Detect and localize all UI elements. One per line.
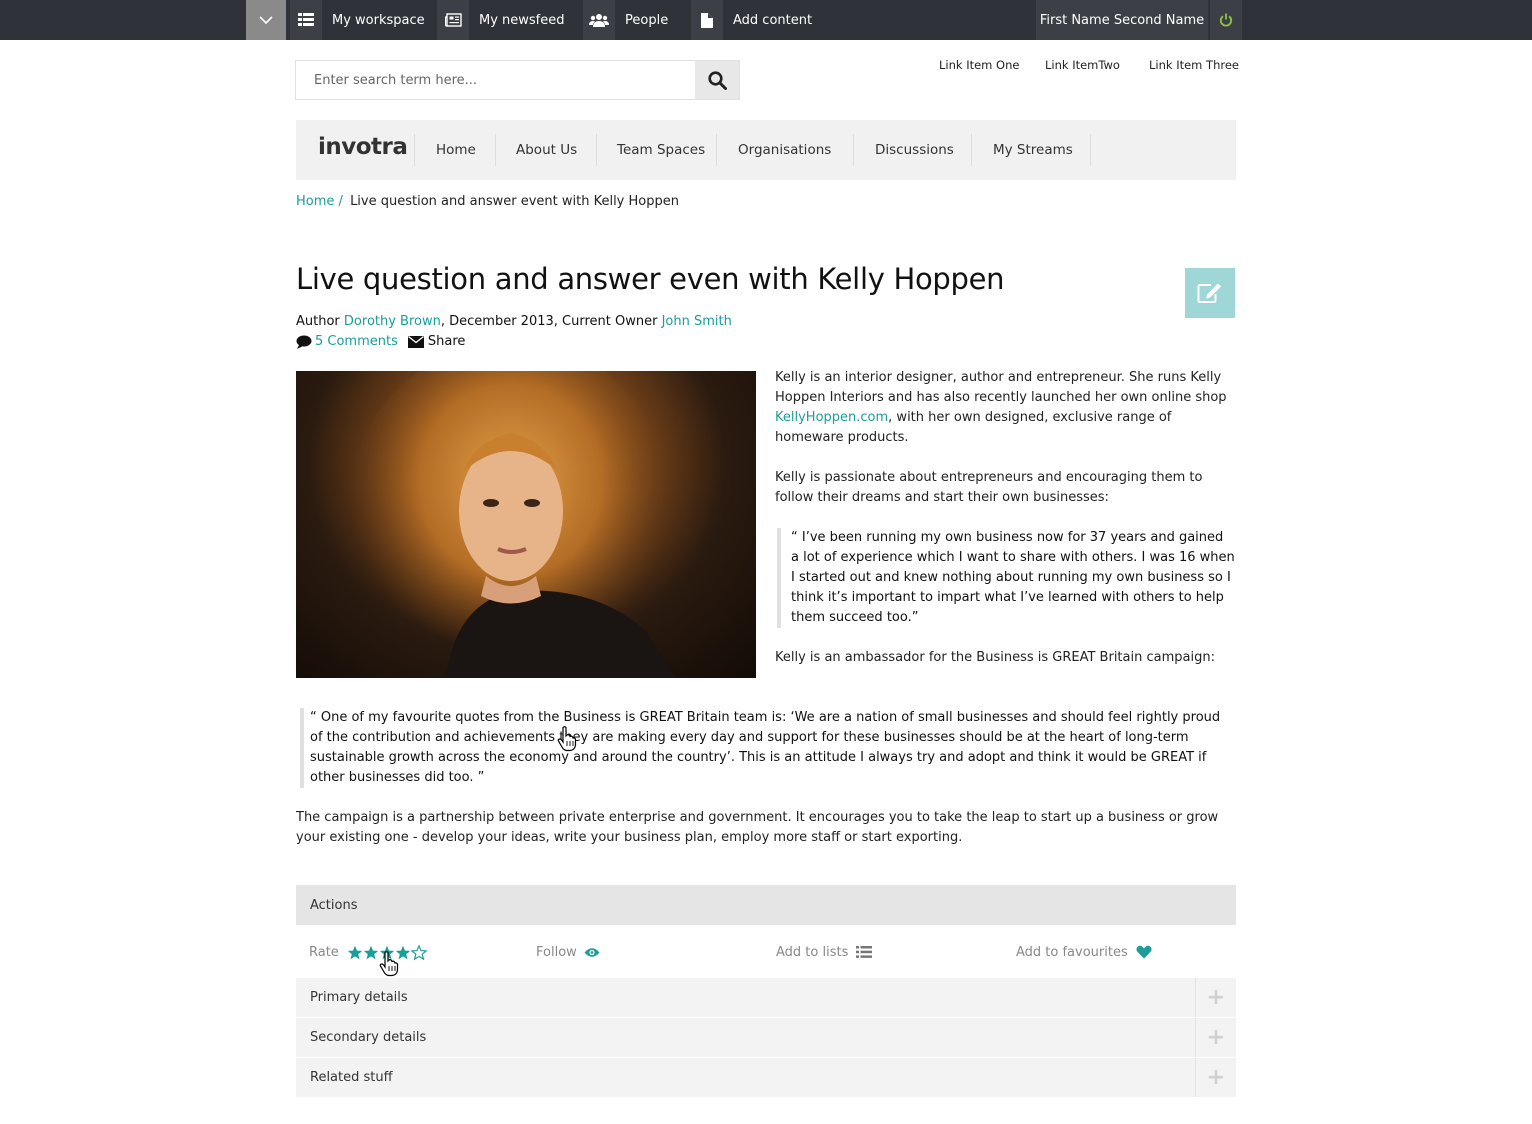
rate-control: Rate — [309, 940, 427, 964]
nav-item-discussions[interactable]: Discussions — [854, 134, 972, 166]
envelope-icon — [407, 336, 424, 348]
plus-icon[interactable]: + — [1195, 1058, 1236, 1097]
breadcrumb-separator: / — [338, 194, 343, 209]
article-social: 5 Comments Share — [296, 332, 465, 352]
breadcrumb: Home / Live question and answer event wi… — [296, 194, 679, 209]
nav-item-about-us[interactable]: About Us — [496, 134, 597, 166]
hand-cursor-icon — [379, 951, 399, 977]
kelly-quote: “ I’ve been running my own business now … — [777, 528, 1235, 628]
star-filled-icon[interactable] — [363, 945, 379, 960]
nav-item-my-streams[interactable]: My Streams — [972, 134, 1091, 166]
my-workspace-label: My workspace — [332, 12, 425, 28]
nav-item-label: My Streams — [993, 142, 1073, 158]
nav-item-label: Team Spaces — [617, 142, 706, 158]
author-link[interactable]: Dorothy Brown — [344, 314, 441, 329]
accordion-label: Secondary details — [310, 1030, 427, 1045]
people-link[interactable]: People — [583, 0, 668, 40]
edit-icon — [1197, 283, 1221, 303]
search-input[interactable] — [296, 61, 696, 99]
logout-button[interactable] — [1210, 0, 1242, 40]
user-menu-button[interactable]: First Name Second Name — [1036, 0, 1208, 40]
actions-heading: Actions — [296, 885, 1236, 925]
eye-icon — [584, 947, 600, 957]
comment-icon — [296, 335, 312, 349]
rate-label: Rate — [309, 944, 339, 960]
share-label: Share — [427, 334, 466, 349]
accordion-primary-details[interactable]: Primary details + — [296, 978, 1236, 1018]
article-intro: Kelly is an interior designer, author an… — [775, 368, 1235, 688]
add-content-label: Add content — [733, 12, 813, 28]
list-icon — [856, 946, 873, 958]
users-icon — [583, 0, 615, 40]
search-button[interactable] — [695, 61, 739, 99]
nav-item-label: Home — [436, 142, 476, 158]
chevron-down-icon — [259, 16, 273, 25]
follow-label: Follow — [536, 944, 577, 960]
meta-date: , December 2013, Current Owner — [440, 314, 658, 329]
intro-paragraph: Kelly is an interior designer, author an… — [775, 368, 1235, 448]
ambassador-paragraph: Kelly is an ambassador for the Business … — [775, 650, 1215, 665]
hand-cursor-icon — [557, 726, 577, 752]
people-label: People — [625, 12, 669, 28]
heart-icon — [1136, 945, 1152, 959]
my-newsfeed-label: My newsfeed — [479, 12, 565, 28]
owner-link[interactable]: John Smith — [662, 314, 732, 329]
my-workspace-link[interactable]: My workspace — [290, 0, 425, 40]
comments-link[interactable]: 5 Comments — [315, 332, 398, 352]
kellyhoppen-link[interactable]: KellyHoppen.com — [775, 410, 888, 425]
nav-item-team-spaces[interactable]: Team Spaces — [597, 134, 717, 166]
nav-item-home[interactable]: Home — [415, 134, 496, 166]
actions-heading-label: Actions — [310, 897, 358, 913]
top-link-three[interactable]: Link Item Three — [1149, 58, 1239, 72]
nav-item-label: Organisations — [738, 142, 832, 158]
nav-item-organisations[interactable]: Organisations — [717, 134, 854, 166]
add-to-lists-label: Add to lists — [776, 944, 849, 960]
search-box — [295, 60, 740, 100]
breadcrumb-current: Live question and answer event with Kell… — [350, 194, 679, 209]
nav-item-label: Discussions — [875, 142, 954, 158]
power-icon — [1219, 13, 1233, 27]
list-grid-icon — [290, 0, 322, 40]
article-meta: Author Dorothy Brown, December 2013, Cur… — [296, 312, 732, 332]
accordion-secondary-details[interactable]: Secondary details + — [296, 1018, 1236, 1058]
top-link-one[interactable]: Link Item One — [939, 58, 1019, 72]
top-link-two[interactable]: Link ItemTwo — [1045, 58, 1120, 72]
accordion-label: Primary details — [310, 990, 408, 1005]
plus-icon[interactable]: + — [1195, 978, 1236, 1017]
article-photo — [296, 371, 756, 678]
user-name: First Name Second Name — [1039, 12, 1205, 28]
add-to-favourites-label: Add to favourites — [1016, 944, 1128, 960]
intro-text: Kelly is an interior designer, author an… — [775, 370, 1227, 405]
add-to-favourites-button[interactable]: Add to favourites — [1016, 940, 1152, 964]
share-button[interactable]: Share — [407, 332, 466, 352]
page-title: Live question and answer even with Kelly… — [296, 262, 1005, 296]
add-content-link[interactable]: Add content — [691, 0, 812, 40]
accordion-related-stuff[interactable]: Related stuff + — [296, 1058, 1236, 1098]
add-to-lists-button[interactable]: Add to lists — [776, 940, 873, 964]
follow-button[interactable]: Follow — [536, 940, 600, 964]
document-icon — [691, 0, 723, 40]
nav-item-label: About Us — [516, 142, 578, 158]
my-newsfeed-link[interactable]: My newsfeed — [437, 0, 565, 40]
author-label: Author — [296, 314, 340, 329]
search-icon — [707, 70, 727, 90]
star-filled-icon[interactable] — [347, 945, 363, 960]
menu-toggle-button[interactable] — [246, 0, 286, 40]
newspaper-icon — [437, 0, 469, 40]
plus-icon[interactable]: + — [1195, 1018, 1236, 1057]
passion-paragraph: Kelly is passionate about entrepreneurs … — [775, 470, 1203, 505]
campaign-quote: “ One of my favourite quotes from the Bu… — [300, 708, 1236, 788]
main-navigation: invotra Home About Us Team Spaces Organi… — [296, 120, 1236, 180]
breadcrumb-home-link[interactable]: Home — [296, 194, 334, 209]
invotra-logo[interactable]: invotra — [318, 134, 408, 160]
campaign-paragraph: The campaign is a partnership between pr… — [296, 810, 1219, 845]
star-empty-icon[interactable] — [410, 944, 427, 960]
edit-button[interactable] — [1185, 268, 1235, 318]
top-bar: My workspace My newsfeed People Add cont… — [0, 0, 1532, 40]
accordion-label: Related stuff — [310, 1070, 393, 1085]
